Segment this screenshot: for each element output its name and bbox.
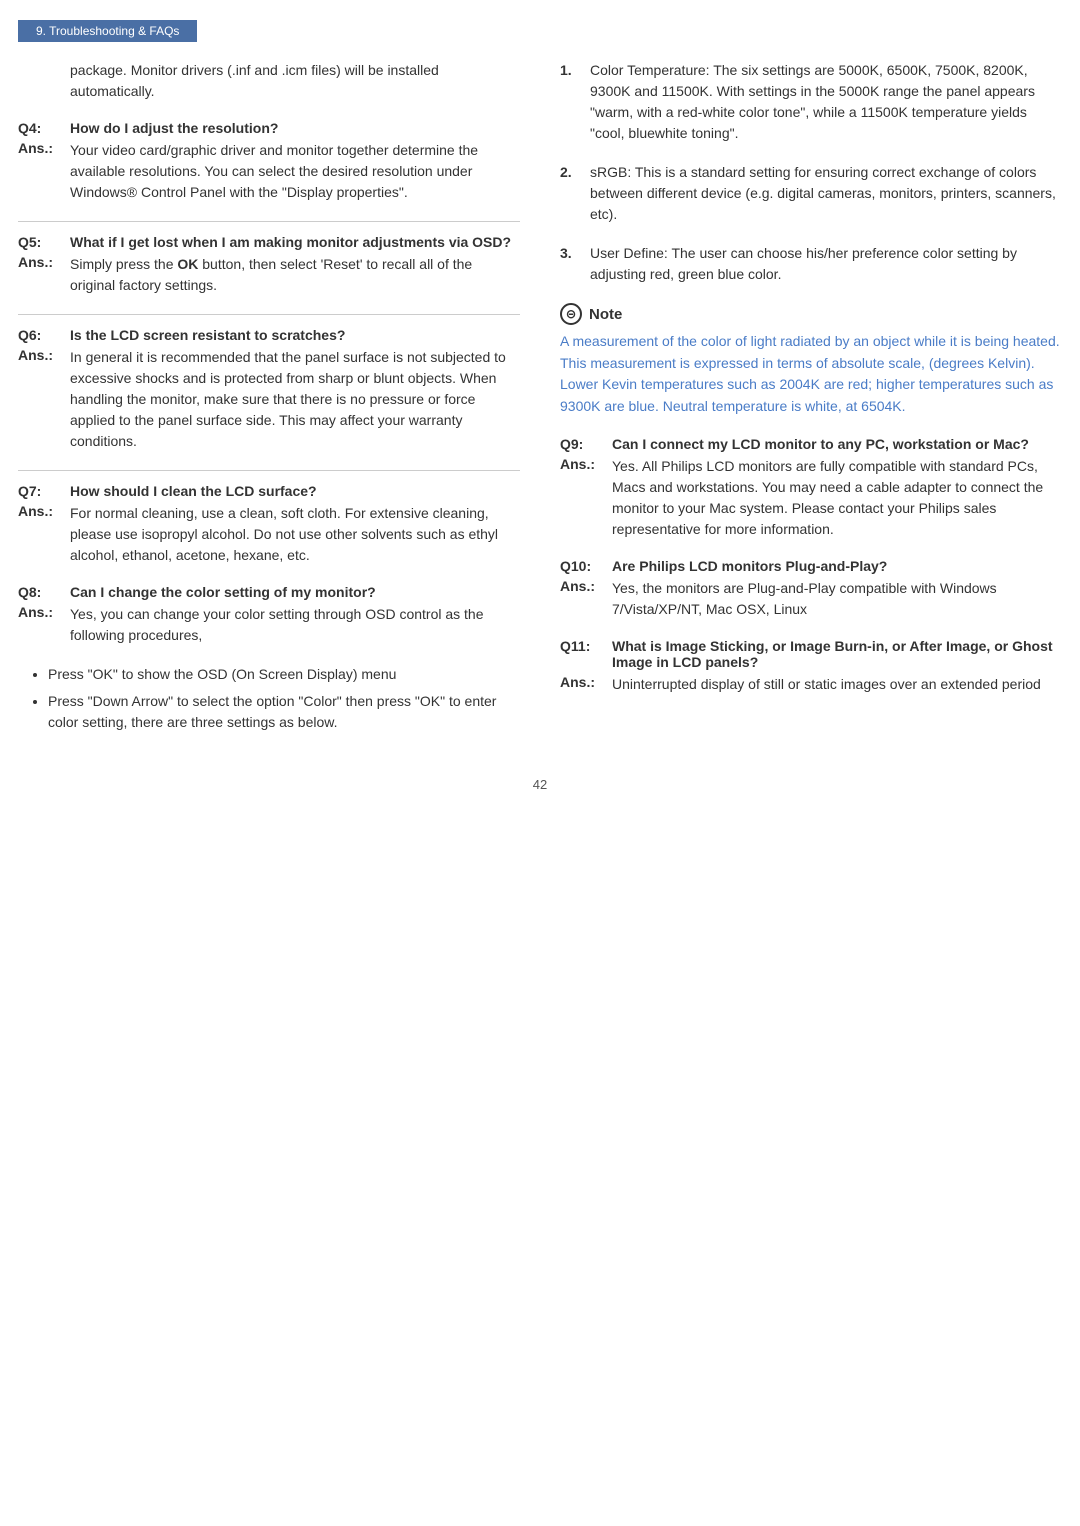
q7-ans-label: Ans.: bbox=[18, 503, 70, 566]
qa-q9: Q9: Can I connect my LCD monitor to any … bbox=[560, 436, 1062, 540]
note-header: ⊝ Note bbox=[560, 303, 1062, 325]
q8-ans-text: Yes, you can change your color setting t… bbox=[70, 604, 520, 646]
q5-ans-text: Simply press the OK button, then select … bbox=[70, 254, 520, 296]
q5-question-row: Q5: What if I get lost when I am making … bbox=[18, 234, 520, 250]
q10-question-row: Q10: Are Philips LCD monitors Plug-and-P… bbox=[560, 558, 1062, 574]
qa-q4: Q4: How do I adjust the resolution? Ans.… bbox=[18, 120, 520, 203]
q10-label: Q10: bbox=[560, 558, 612, 574]
note-box: ⊝ Note A measurement of the color of lig… bbox=[560, 303, 1062, 418]
list-item-1: 1. Color Temperature: The six settings a… bbox=[560, 60, 1062, 144]
q5-label: Q5: bbox=[18, 234, 70, 250]
two-column-layout: package. Monitor drivers (.inf and .icm … bbox=[0, 60, 1080, 747]
num-label-3: 3. bbox=[560, 243, 590, 285]
q4-text: How do I adjust the resolution? bbox=[70, 120, 278, 136]
q10-answer-row: Ans.: Yes, the monitors are Plug-and-Pla… bbox=[560, 578, 1062, 620]
q9-question-row: Q9: Can I connect my LCD monitor to any … bbox=[560, 436, 1062, 452]
q6-ans-label: Ans.: bbox=[18, 347, 70, 452]
num-text-1: Color Temperature: The six settings are … bbox=[590, 60, 1062, 144]
intro-text: package. Monitor drivers (.inf and .icm … bbox=[70, 60, 520, 102]
list-item-3: 3. User Define: The user can choose his/… bbox=[560, 243, 1062, 285]
q8-answer-row: Ans.: Yes, you can change your color set… bbox=[18, 604, 520, 646]
q6-text: Is the LCD screen resistant to scratches… bbox=[70, 327, 345, 343]
q9-answer-row: Ans.: Yes. All Philips LCD monitors are … bbox=[560, 456, 1062, 540]
q9-ans-label: Ans.: bbox=[560, 456, 612, 540]
q8-question-row: Q8: Can I change the color setting of my… bbox=[18, 584, 520, 600]
note-icon: ⊝ bbox=[560, 303, 582, 325]
q6-ans-text: In general it is recommended that the pa… bbox=[70, 347, 520, 452]
q7-answer-row: Ans.: For normal cleaning, use a clean, … bbox=[18, 503, 520, 566]
q7-text: How should I clean the LCD surface? bbox=[70, 483, 317, 499]
q7-ans-text: For normal cleaning, use a clean, soft c… bbox=[70, 503, 520, 566]
qa-q11: Q11: What is Image Sticking, or Image Bu… bbox=[560, 638, 1062, 695]
note-text: A measurement of the color of light radi… bbox=[560, 331, 1062, 418]
qa-q10: Q10: Are Philips LCD monitors Plug-and-P… bbox=[560, 558, 1062, 620]
right-column: 1. Color Temperature: The six settings a… bbox=[550, 60, 1062, 747]
q11-question-row: Q11: What is Image Sticking, or Image Bu… bbox=[560, 638, 1062, 670]
q9-ans-text: Yes. All Philips LCD monitors are fully … bbox=[612, 456, 1062, 540]
page-number: 42 bbox=[0, 777, 1080, 792]
q4-question-row: Q4: How do I adjust the resolution? bbox=[18, 120, 520, 136]
divider-q5 bbox=[18, 314, 520, 315]
qa-q7: Q7: How should I clean the LCD surface? … bbox=[18, 483, 520, 566]
divider-q6 bbox=[18, 470, 520, 471]
qa-q8: Q8: Can I change the color setting of my… bbox=[18, 584, 520, 646]
q4-ans-text: Your video card/graphic driver and monit… bbox=[70, 140, 520, 203]
q5-text: What if I get lost when I am making moni… bbox=[70, 234, 511, 250]
q4-ans-label: Ans.: bbox=[18, 140, 70, 203]
numbered-list: 1. Color Temperature: The six settings a… bbox=[560, 60, 1062, 285]
list-item-2: 2. sRGB: This is a standard setting for … bbox=[560, 162, 1062, 225]
q10-text: Are Philips LCD monitors Plug-and-Play? bbox=[612, 558, 887, 574]
q8-text: Can I change the color setting of my mon… bbox=[70, 584, 376, 600]
q8-label: Q8: bbox=[18, 584, 70, 600]
q11-answer-row: Ans.: Uninterrupted display of still or … bbox=[560, 674, 1062, 695]
q11-ans-label: Ans.: bbox=[560, 674, 612, 695]
q7-question-row: Q7: How should I clean the LCD surface? bbox=[18, 483, 520, 499]
q11-ans-text: Uninterrupted display of still or static… bbox=[612, 674, 1041, 695]
q4-answer-row: Ans.: Your video card/graphic driver and… bbox=[18, 140, 520, 203]
q11-label: Q11: bbox=[560, 638, 612, 670]
bullet-list: Press "OK" to show the OSD (On Screen Di… bbox=[48, 664, 520, 733]
q5-ans-label: Ans.: bbox=[18, 254, 70, 296]
q6-label: Q6: bbox=[18, 327, 70, 343]
bullet-item-1: Press "OK" to show the OSD (On Screen Di… bbox=[48, 664, 520, 685]
q10-ans-text: Yes, the monitors are Plug-and-Play comp… bbox=[612, 578, 1062, 620]
q10-ans-label: Ans.: bbox=[560, 578, 612, 620]
q9-label: Q9: bbox=[560, 436, 612, 452]
num-label-1: 1. bbox=[560, 60, 590, 144]
qa-q6: Q6: Is the LCD screen resistant to scrat… bbox=[18, 327, 520, 452]
q9-text: Can I connect my LCD monitor to any PC, … bbox=[612, 436, 1029, 452]
q11-text: What is Image Sticking, or Image Burn-in… bbox=[612, 638, 1062, 670]
bullet-item-2: Press "Down Arrow" to select the option … bbox=[48, 691, 520, 733]
q6-question-row: Q6: Is the LCD screen resistant to scrat… bbox=[18, 327, 520, 343]
q8-ans-label: Ans.: bbox=[18, 604, 70, 646]
qa-q5: Q5: What if I get lost when I am making … bbox=[18, 234, 520, 296]
q4-label: Q4: bbox=[18, 120, 70, 136]
note-label: Note bbox=[589, 306, 622, 323]
q7-label: Q7: bbox=[18, 483, 70, 499]
breadcrumb: 9. Troubleshooting & FAQs bbox=[18, 20, 197, 42]
left-column: package. Monitor drivers (.inf and .icm … bbox=[18, 60, 550, 747]
num-label-2: 2. bbox=[560, 162, 590, 225]
num-text-3: User Define: The user can choose his/her… bbox=[590, 243, 1062, 285]
divider-q4 bbox=[18, 221, 520, 222]
page-container: 9. Troubleshooting & FAQs package. Monit… bbox=[0, 20, 1080, 792]
num-text-2: sRGB: This is a standard setting for ens… bbox=[590, 162, 1062, 225]
q5-answer-row: Ans.: Simply press the OK button, then s… bbox=[18, 254, 520, 296]
q6-answer-row: Ans.: In general it is recommended that … bbox=[18, 347, 520, 452]
